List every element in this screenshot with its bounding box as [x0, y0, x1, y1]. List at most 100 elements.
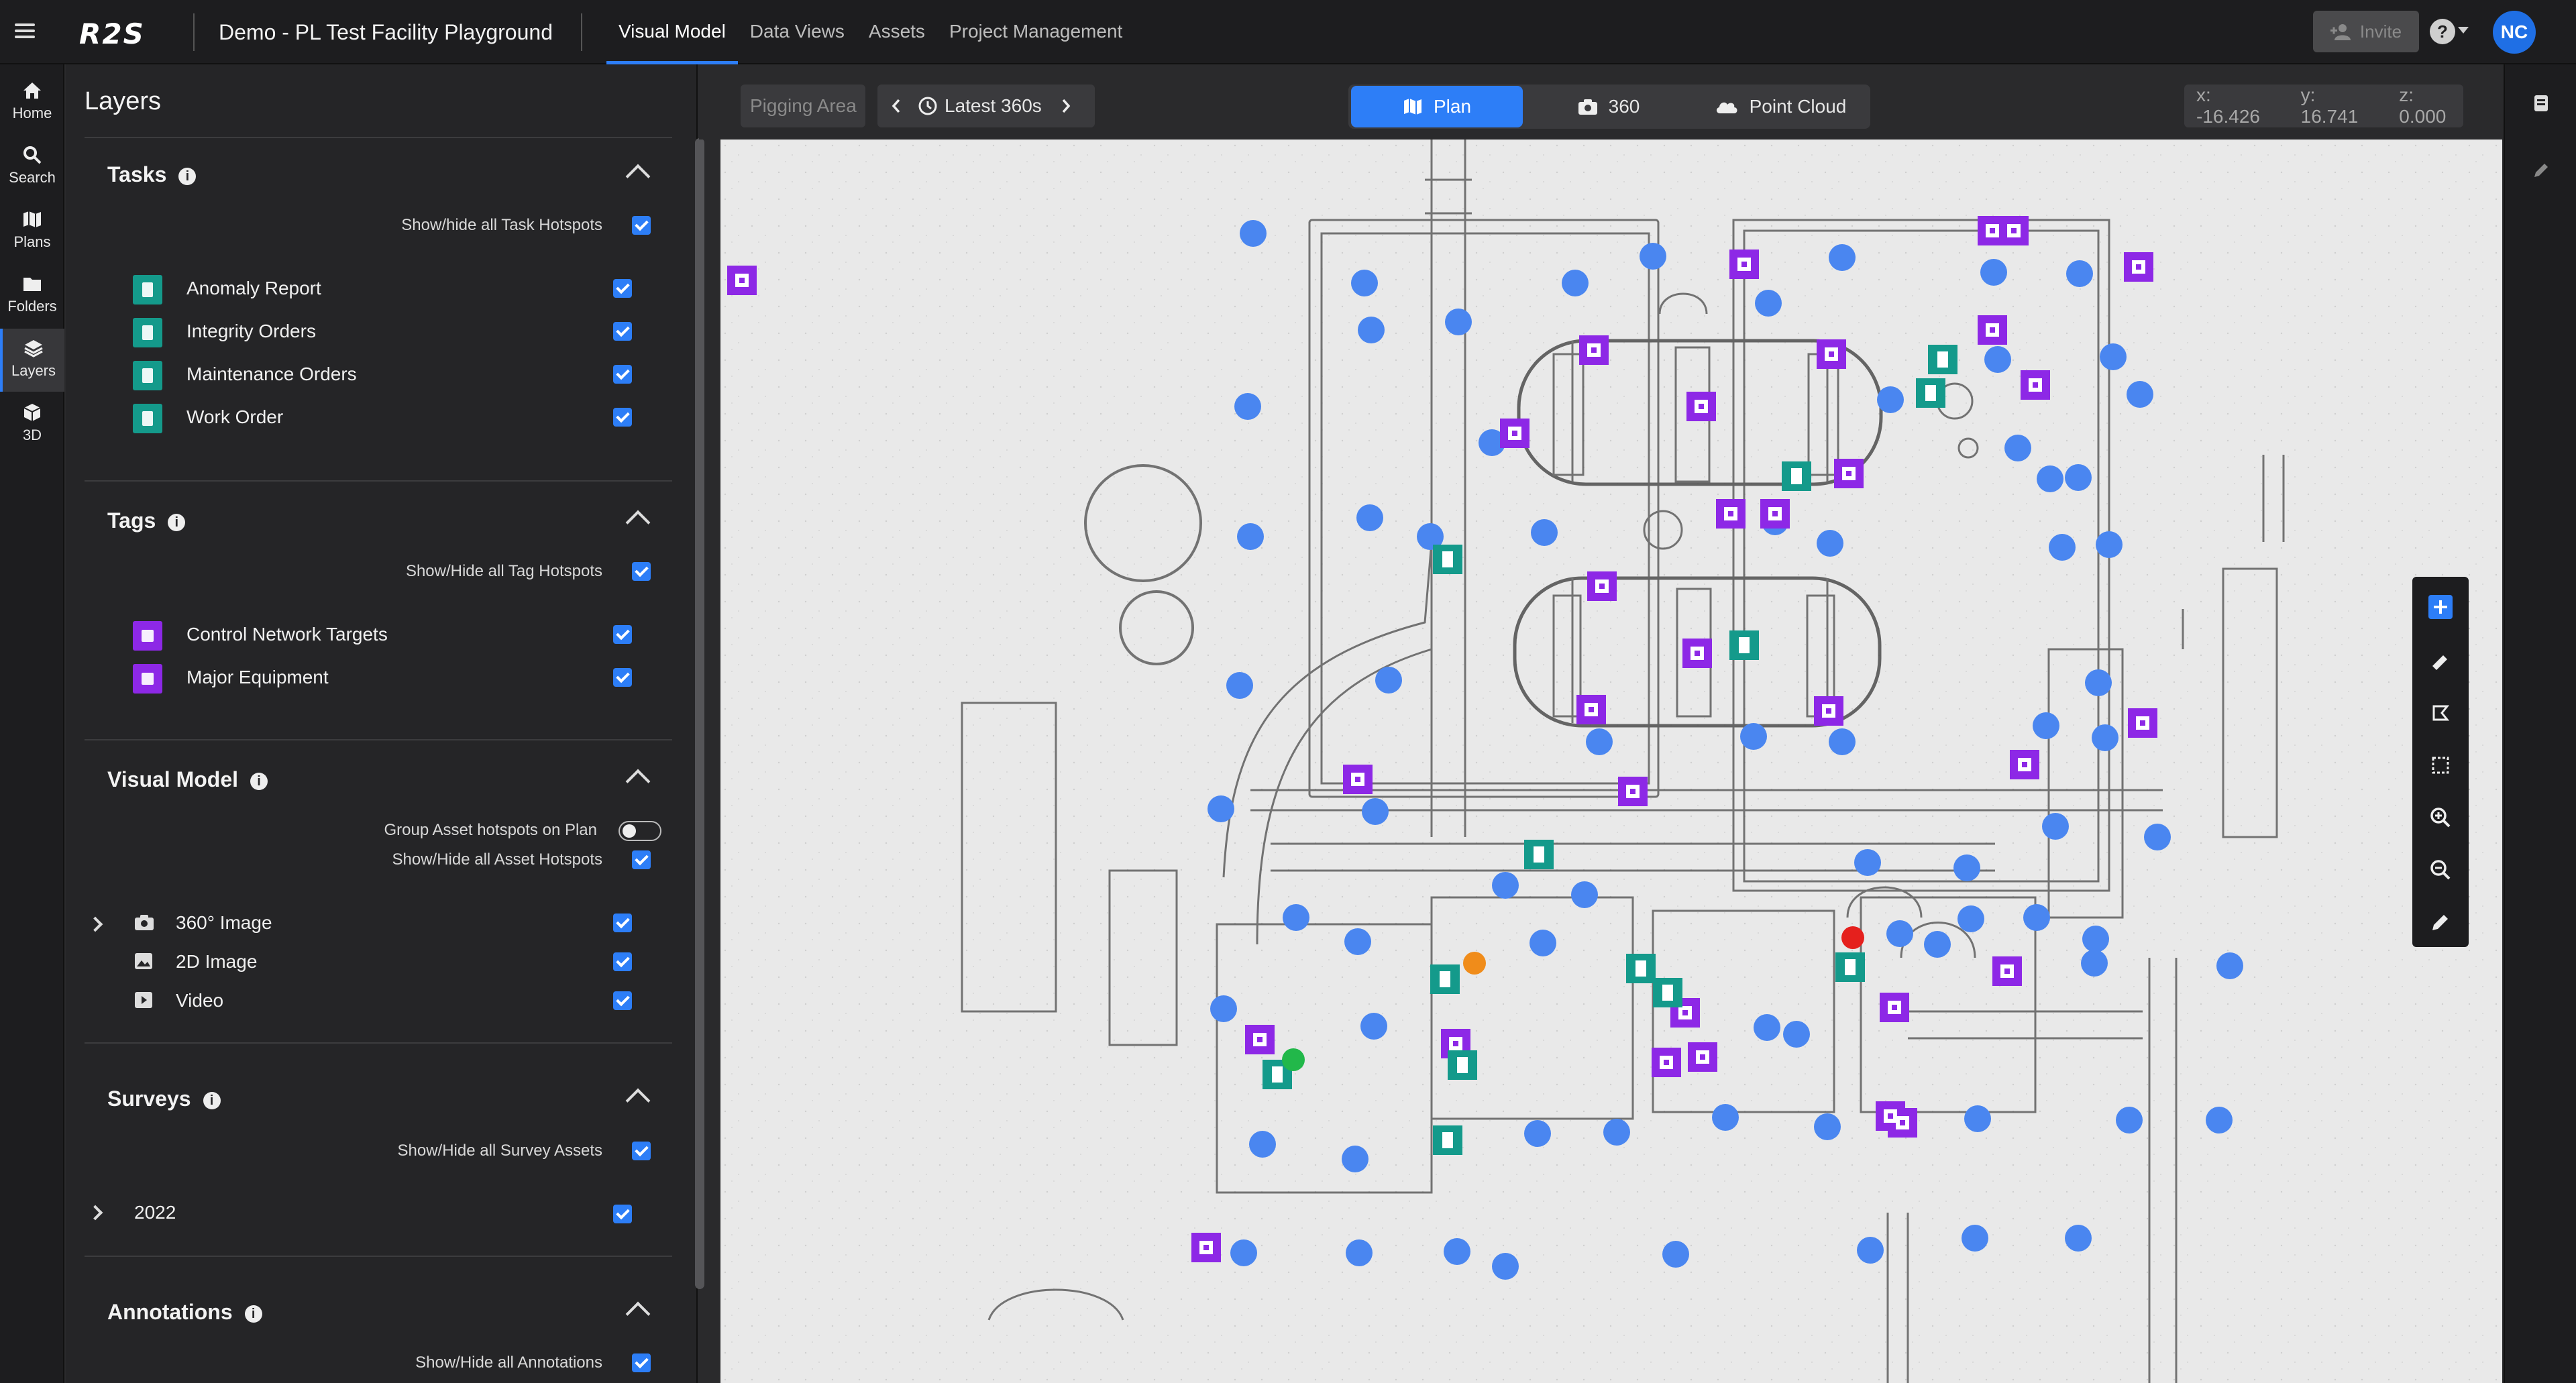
collapse-icon[interactable]	[625, 510, 651, 535]
top-tabs: Visual Model Data Views Assets Project M…	[606, 0, 1134, 64]
asset-label: 2D Image	[176, 951, 258, 972]
rail-item-folders[interactable]: Folders	[0, 264, 64, 327]
avatar[interactable]: NC	[2493, 11, 2536, 54]
info-icon[interactable]: i	[244, 1305, 262, 1323]
info-icon[interactable]: i	[178, 167, 197, 185]
view-360-button[interactable]: 360	[1523, 85, 1695, 129]
survey-2022-checkbox[interactable]	[613, 1205, 632, 1223]
info-icon[interactable]: i	[203, 1091, 221, 1109]
expand-icon[interactable]	[87, 916, 103, 932]
show-all-assets-checkbox[interactable]	[632, 850, 651, 869]
collapse-icon[interactable]	[625, 769, 651, 794]
clipboard-icon	[133, 275, 162, 305]
tag-icon	[133, 664, 162, 694]
task-label: Integrity Orders	[186, 321, 316, 341]
measure-button[interactable]	[2412, 634, 2469, 687]
target-icon	[133, 621, 162, 651]
menu-icon[interactable]	[15, 20, 35, 40]
section-surveys-header[interactable]: Surveys i	[107, 1087, 221, 1111]
tab-assets[interactable]: Assets	[857, 0, 937, 64]
maintenance-orders-checkbox[interactable]	[613, 365, 632, 384]
major-equipment-checkbox[interactable]	[613, 668, 632, 687]
camera-icon	[135, 915, 154, 930]
add-button[interactable]	[2412, 581, 2469, 633]
tab-project-management[interactable]: Project Management	[937, 0, 1134, 64]
target-icon	[1892, 1005, 1897, 1010]
layers-panel: Layers Tasks i Show/hide all Task Hotspot…	[66, 64, 698, 1383]
target-icon	[2140, 720, 2145, 726]
capture-selector[interactable]: Latest 360s	[877, 85, 1095, 127]
coord-x: x: -16.426	[2196, 85, 2260, 127]
collapse-icon[interactable]	[625, 164, 651, 189]
panel-scrollbar[interactable]	[695, 138, 704, 1289]
plan-drawing	[720, 140, 2502, 1383]
polygon-button[interactable]	[2412, 687, 2469, 739]
app-logo[interactable]: R2S	[79, 17, 145, 50]
rail-label: Home	[12, 105, 52, 121]
target-icon	[2033, 382, 2038, 388]
divider	[193, 13, 195, 51]
target-icon	[1772, 511, 1778, 516]
select-area-button[interactable]	[2412, 739, 2469, 791]
chevron-right-icon[interactable]	[1061, 98, 1071, 114]
video-checkbox[interactable]	[613, 991, 632, 1010]
chevron-left-icon[interactable]	[891, 98, 902, 114]
area-selector[interactable]: Pigging Area	[741, 85, 865, 127]
integrity-orders-checkbox[interactable]	[613, 322, 632, 341]
status-dot-red[interactable]	[1841, 926, 1864, 949]
collapse-icon[interactable]	[625, 1088, 651, 1113]
target-icon	[2004, 969, 2010, 974]
clipboard-icon	[1791, 468, 1802, 484]
view-point-cloud-button[interactable]: Point Cloud	[1695, 85, 1866, 129]
section-tasks-header[interactable]: Tasks i	[107, 162, 197, 187]
section-visual-model-header[interactable]: Visual Model i	[107, 767, 268, 792]
control-network-targets-checkbox[interactable]	[613, 625, 632, 644]
show-all-surveys-checkbox[interactable]	[632, 1142, 651, 1160]
group-hotspots-toggle[interactable]	[619, 821, 661, 841]
document-icon[interactable]	[2532, 94, 2551, 113]
zoom-out-button[interactable]	[2412, 844, 2469, 896]
zoom-in-button[interactable]	[2412, 791, 2469, 844]
help-icon[interactable]: ?	[2430, 19, 2455, 44]
image-2d-checkbox[interactable]	[613, 952, 632, 971]
anomaly-report-checkbox[interactable]	[613, 279, 632, 298]
map-icon	[23, 211, 41, 227]
rail-item-3d[interactable]: 3D	[0, 393, 64, 456]
tab-visual-model[interactable]: Visual Model	[606, 0, 738, 64]
plan-view-map[interactable]	[720, 140, 2502, 1383]
rail-item-plans[interactable]: Plans	[0, 200, 64, 263]
section-annotations-header[interactable]: Annotations i	[107, 1300, 262, 1325]
status-dot-green[interactable]	[1282, 1048, 1305, 1071]
status-dot-orange[interactable]	[1463, 952, 1486, 975]
project-title[interactable]: Demo - PL Test Facility Playground	[219, 20, 553, 45]
target-icon	[1888, 1113, 1893, 1119]
rail-item-home[interactable]: Home	[0, 71, 64, 134]
show-all-tags-checkbox[interactable]	[632, 562, 651, 581]
invite-button[interactable]: Invite	[2313, 11, 2419, 52]
map-icon	[1403, 99, 1421, 115]
draw-button[interactable]	[2412, 896, 2469, 948]
clipboard-icon	[1272, 1066, 1283, 1083]
info-icon[interactable]: i	[168, 513, 186, 531]
show-all-annotations-checkbox[interactable]	[632, 1353, 651, 1372]
target-icon	[1664, 1060, 1669, 1065]
chevron-down-icon[interactable]	[2458, 27, 2469, 34]
expand-icon[interactable]	[87, 1205, 103, 1221]
collapse-icon[interactable]	[625, 1301, 651, 1327]
tab-data-views[interactable]: Data Views	[738, 0, 857, 64]
target-icon	[1900, 1120, 1905, 1125]
section-title: Surveys	[107, 1087, 191, 1111]
rail-item-search[interactable]: Search	[0, 135, 64, 199]
info-icon[interactable]: i	[250, 772, 268, 790]
rail-label: 3D	[22, 427, 42, 443]
rail-item-layers[interactable]: Layers	[0, 329, 64, 392]
section-tags-header[interactable]: Tags i	[107, 508, 186, 533]
work-order-checkbox[interactable]	[613, 408, 632, 427]
clipboard-icon	[1442, 551, 1453, 567]
show-all-tasks-checkbox[interactable]	[632, 216, 651, 235]
video-icon	[135, 992, 152, 1008]
zoom-in-icon	[2430, 808, 2451, 828]
view-plan-button[interactable]: Plan	[1351, 86, 1523, 127]
pencil-icon[interactable]	[2532, 161, 2551, 180]
image-360-checkbox[interactable]	[613, 914, 632, 932]
